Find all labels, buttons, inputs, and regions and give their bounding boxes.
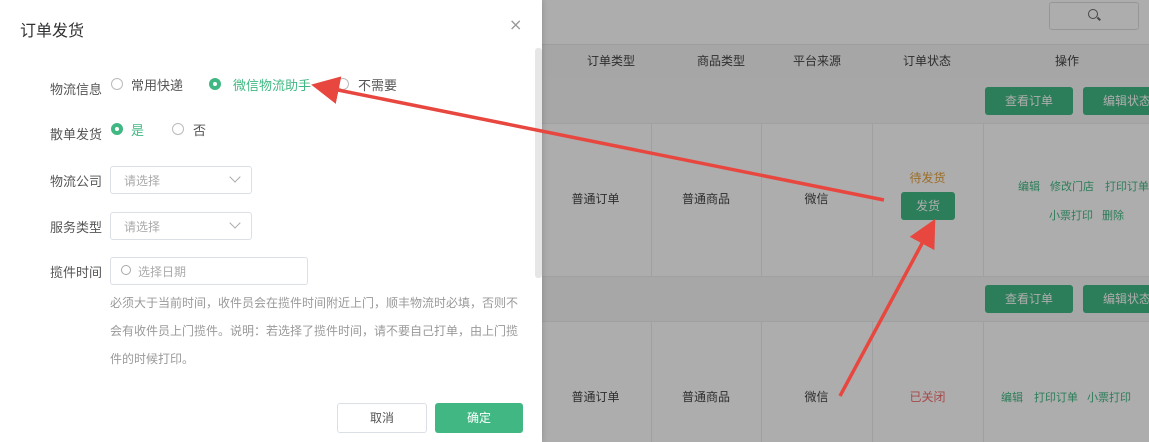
annotation-arrow [311,76,885,202]
annotation-arrows [311,76,936,397]
annotation-arrow [838,218,936,397]
